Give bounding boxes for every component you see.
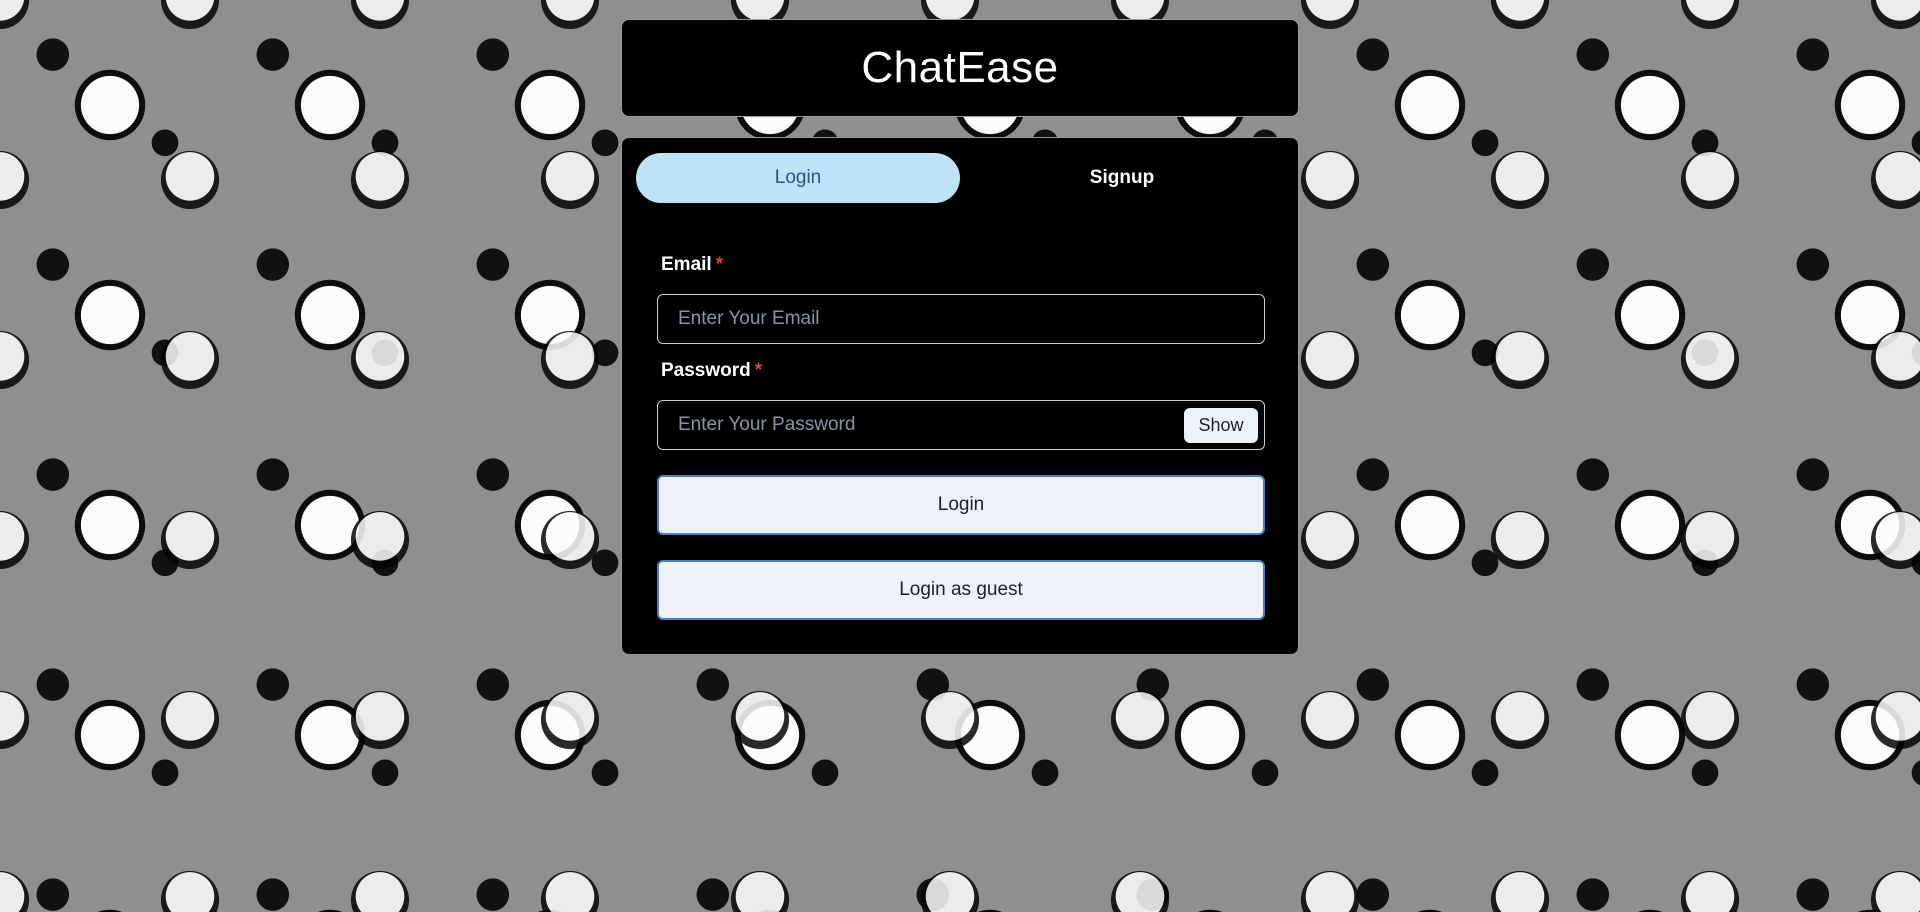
password-field[interactable] xyxy=(678,414,1264,436)
show-password-button[interactable]: Show xyxy=(1184,408,1258,443)
password-field-wrapper: Show xyxy=(657,400,1265,450)
auth-card: Login Signup Email* Password* Show Login… xyxy=(621,137,1299,655)
auth-tabs: Login Signup xyxy=(636,153,1284,203)
password-label-text: Password xyxy=(661,360,751,381)
login-button[interactable]: Login xyxy=(657,475,1265,535)
password-required-mark: * xyxy=(754,360,763,381)
app-header: ChatEase xyxy=(621,19,1299,117)
email-field[interactable] xyxy=(678,308,1264,330)
app-title: ChatEase xyxy=(861,43,1059,92)
email-field-wrapper xyxy=(657,294,1265,344)
email-required-mark: * xyxy=(715,254,724,275)
login-as-guest-button[interactable]: Login as guest xyxy=(657,560,1265,620)
tab-signup[interactable]: Signup xyxy=(960,153,1284,203)
tab-login[interactable]: Login xyxy=(636,153,960,203)
email-label: Email * xyxy=(661,254,723,276)
password-label: Password * xyxy=(661,360,762,382)
email-label-text: Email xyxy=(661,254,712,275)
